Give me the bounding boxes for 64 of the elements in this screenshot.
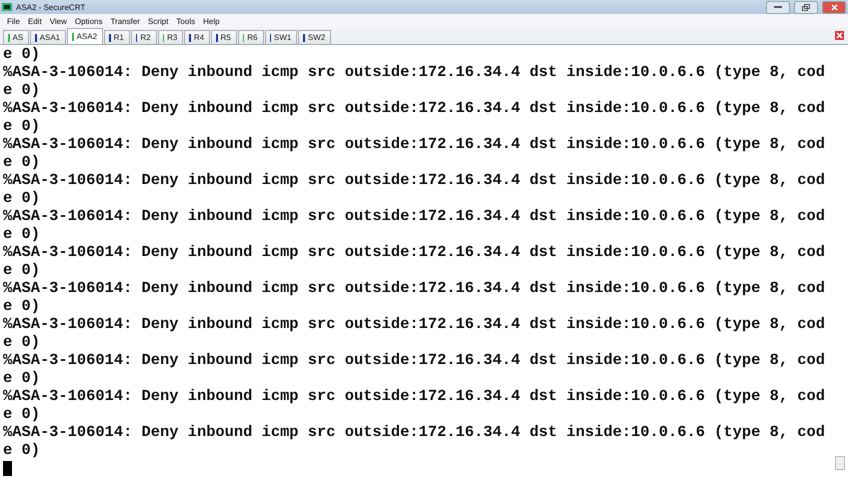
- menu-item[interactable]: Options: [70, 16, 106, 26]
- session-tab[interactable]: R2: [130, 30, 157, 44]
- terminal-line: %ASA-3-106014: Deny inbound icmp src outside:172.16.34.4 dst inside:10.0.6.6 (type 8, cod: [3, 171, 826, 189]
- tab-label: ASA1: [40, 33, 60, 42]
- terminal-line: e 0): [3, 405, 41, 423]
- minimize-icon: [774, 6, 782, 8]
- terminal-line: e 0): [3, 45, 41, 63]
- terminal-line: e 0): [3, 81, 41, 99]
- terminal-line: e 0): [3, 297, 41, 315]
- terminal-line: e 0): [3, 333, 41, 351]
- terminal-line: %ASA-3-106014: Deny inbound icmp src outside:172.16.34.4 dst inside:10.0.6.6 (type 8, cod: [3, 423, 826, 441]
- terminal-line: e 0): [3, 225, 41, 243]
- terminal-line: %ASA-3-106014: Deny inbound icmp src outside:172.16.34.4 dst inside:10.0.6.6 (type 8, cod: [3, 207, 826, 225]
- session-tab[interactable]: R4: [184, 30, 210, 44]
- close-button[interactable]: [822, 0, 846, 14]
- terminal-line: %ASA-3-106014: Deny inbound icmp src outside:172.16.34.4 dst inside:10.0.6.6 (type 8, cod: [3, 99, 826, 117]
- menu-item[interactable]: View: [46, 16, 71, 26]
- terminal-line: %ASA-3-106014: Deny inbound icmp src outside:172.16.34.4 dst inside:10.0.6.6 (type 8, cod: [3, 315, 826, 333]
- tab-label: R2: [140, 33, 151, 42]
- terminal-line: e 0): [3, 153, 41, 171]
- menu-item[interactable]: Script: [144, 16, 172, 26]
- terminal-line: %ASA-3-106014: Deny inbound icmp src outside:172.16.34.4 dst inside:10.0.6.6 (type 8, cod: [3, 243, 826, 261]
- terminal-line: e 0): [3, 261, 41, 279]
- terminal-line: %ASA-3-106014: Deny inbound icmp src outside:172.16.34.4 dst inside:10.0.6.6 (type 8, cod: [3, 387, 826, 405]
- terminal-line: e 0): [3, 117, 41, 135]
- session-tab[interactable]: SW2: [298, 30, 332, 44]
- session-tab[interactable]: SW1: [264, 30, 298, 44]
- tab-label: R6: [247, 33, 258, 42]
- session-tab[interactable]: R1: [104, 30, 130, 44]
- menu-item[interactable]: File: [3, 16, 24, 26]
- restore-button[interactable]: [794, 0, 818, 14]
- tab-label: SW2: [308, 33, 326, 42]
- restore-icon: [802, 4, 810, 10]
- tab-label: R4: [194, 33, 204, 42]
- terminal-line: e 0): [3, 441, 41, 459]
- terminal-line: %ASA-3-106014: Deny inbound icmp src outside:172.16.34.4 dst inside:10.0.6.6 (type 8, cod: [3, 135, 826, 153]
- session-tab[interactable]: ASA1: [30, 30, 66, 44]
- tab-label: AS: [12, 33, 24, 42]
- close-icon[interactable]: [835, 31, 844, 40]
- menu-item[interactable]: Help: [199, 16, 224, 26]
- cursor: [3, 461, 12, 476]
- window-title: ASA2 - SecureCRT: [16, 2, 86, 12]
- terminal-line: e 0): [3, 369, 41, 387]
- terminal-line: %ASA-3-106014: Deny inbound icmp src outside:172.16.34.4 dst inside:10.0.6.6 (type 8, cod: [3, 351, 826, 369]
- session-tab[interactable]: AS: [3, 30, 30, 44]
- close-icon: [830, 4, 838, 10]
- terminal-line: %ASA-3-106014: Deny inbound icmp src outside:172.16.34.4 dst inside:10.0.6.6 (type 8, cod: [3, 279, 826, 297]
- session-tab[interactable]: ASA2: [67, 28, 104, 44]
- session-tab[interactable]: R3: [158, 30, 184, 44]
- tab-label: R3: [167, 33, 178, 42]
- scrollbar-thumb[interactable]: [835, 456, 845, 470]
- tab-label: R1: [114, 33, 124, 42]
- minimize-button[interactable]: [766, 0, 790, 14]
- menu-item[interactable]: Tools: [172, 16, 200, 26]
- tab-label: SW1: [274, 33, 292, 42]
- menu-item[interactable]: Edit: [24, 16, 46, 26]
- menu-item[interactable]: Transfer: [106, 16, 144, 26]
- tab-label: R5: [220, 33, 231, 42]
- terminal-line: e 0): [3, 189, 41, 207]
- session-tab[interactable]: R5: [211, 30, 237, 44]
- terminal-line: %ASA-3-106014: Deny inbound icmp src outside:172.16.34.4 dst inside:10.0.6.6 (type 8, cod: [3, 63, 826, 81]
- app-icon: [2, 2, 12, 12]
- session-tab[interactable]: R6: [238, 30, 264, 44]
- tab-label: ASA2: [76, 32, 98, 41]
